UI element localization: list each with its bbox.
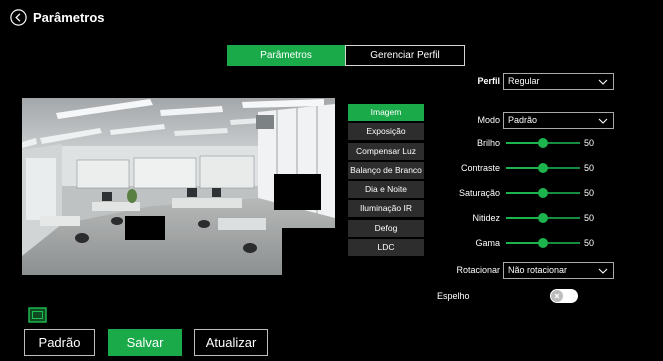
chair (75, 233, 89, 243)
back-arrow-icon (10, 9, 27, 26)
default-button[interactable]: Padrão (24, 329, 95, 356)
desk (40, 216, 80, 226)
menu-item-compensar-luz[interactable]: Compensar Luz (348, 142, 424, 160)
cabinet (199, 155, 255, 189)
menu-item-exposicao[interactable]: Exposição (348, 123, 424, 141)
back-button[interactable] (10, 9, 27, 26)
brightness-value: 50 (584, 138, 595, 148)
sharpness-slider[interactable] (506, 213, 580, 223)
desk (218, 218, 266, 230)
monitor (187, 188, 197, 197)
contrast-slider[interactable] (506, 163, 580, 173)
desk (172, 198, 242, 208)
menu-item-balanco-de-branco[interactable]: Balanço de Branco (348, 161, 424, 179)
image-settings-menu: Imagem Exposição Compensar Luz Balanço d… (348, 104, 424, 257)
fit-view-icon (28, 307, 47, 323)
gamma-value: 50 (584, 238, 595, 248)
brightness-label: Brilho (476, 138, 500, 148)
mode-select-value: Padrão (508, 115, 538, 125)
gamma-label: Gama (475, 238, 500, 248)
chevron-down-icon (598, 118, 608, 124)
chair (243, 243, 257, 253)
tab-parametros[interactable]: Parâmetros (227, 45, 345, 66)
save-button[interactable]: Salvar (108, 329, 182, 356)
monitor (212, 188, 221, 197)
left-window (26, 158, 56, 220)
mirror-toggle[interactable] (550, 289, 578, 303)
mode-select[interactable]: Padrão (503, 112, 614, 129)
refresh-button[interactable]: Atualizar (194, 329, 268, 356)
sharpness-value: 50 (584, 213, 595, 223)
sharpness-label: Nitidez (472, 213, 500, 223)
chevron-down-icon (598, 268, 608, 274)
saturation-slider[interactable] (506, 188, 580, 198)
cabinet (76, 159, 130, 189)
profile-select-value: Regular (508, 76, 540, 86)
page-title: Parâmetros (33, 10, 105, 25)
cabinet (133, 157, 197, 189)
live-preview (22, 70, 335, 305)
rotate-label: Rotacionar (456, 265, 500, 275)
menu-item-iluminacao-ir[interactable]: Iluminação IR (348, 200, 424, 218)
gamma-slider[interactable] (506, 238, 580, 248)
mode-label: Modo (477, 115, 500, 125)
slider-thumb[interactable] (538, 138, 548, 148)
close-icon (551, 290, 563, 302)
slider-thumb[interactable] (538, 188, 548, 198)
rotate-select[interactable]: Não rotacionar (503, 262, 614, 279)
slider-thumb[interactable] (538, 163, 548, 173)
chevron-down-icon (598, 79, 608, 85)
monitor (102, 192, 112, 201)
plant (127, 189, 137, 203)
contrast-value: 50 (584, 163, 595, 173)
chair (198, 220, 210, 228)
slider-thumb[interactable] (538, 213, 548, 223)
fit-view-button[interactable] (28, 307, 47, 323)
mirror-label: Espelho (437, 291, 470, 301)
saturation-value: 50 (584, 188, 595, 198)
saturation-label: Saturação (458, 188, 500, 198)
menu-item-imagem[interactable]: Imagem (348, 104, 424, 121)
profile-label: Perfil (477, 76, 500, 86)
privacy-mask (282, 228, 335, 275)
menu-item-ldc[interactable]: LDC (348, 239, 424, 257)
menu-item-dia-e-noite[interactable]: Dia e Noite (348, 181, 424, 199)
menu-item-defog[interactable]: Defog (348, 219, 424, 237)
camera-live-image (22, 98, 335, 275)
tab-bar: Parâmetros Gerenciar Perfil (227, 45, 465, 66)
tab-gerenciar-perfil[interactable]: Gerenciar Perfil (345, 45, 465, 66)
rotate-select-value: Não rotacionar (508, 265, 568, 275)
profile-select[interactable]: Regular (503, 73, 614, 90)
slider-thumb[interactable] (538, 238, 548, 248)
chair (111, 217, 123, 225)
ceiling-object (256, 115, 274, 129)
brightness-slider[interactable] (506, 138, 580, 148)
privacy-mask (125, 216, 165, 240)
privacy-mask (274, 174, 321, 210)
contrast-label: Contraste (460, 163, 500, 173)
desk (92, 202, 140, 211)
